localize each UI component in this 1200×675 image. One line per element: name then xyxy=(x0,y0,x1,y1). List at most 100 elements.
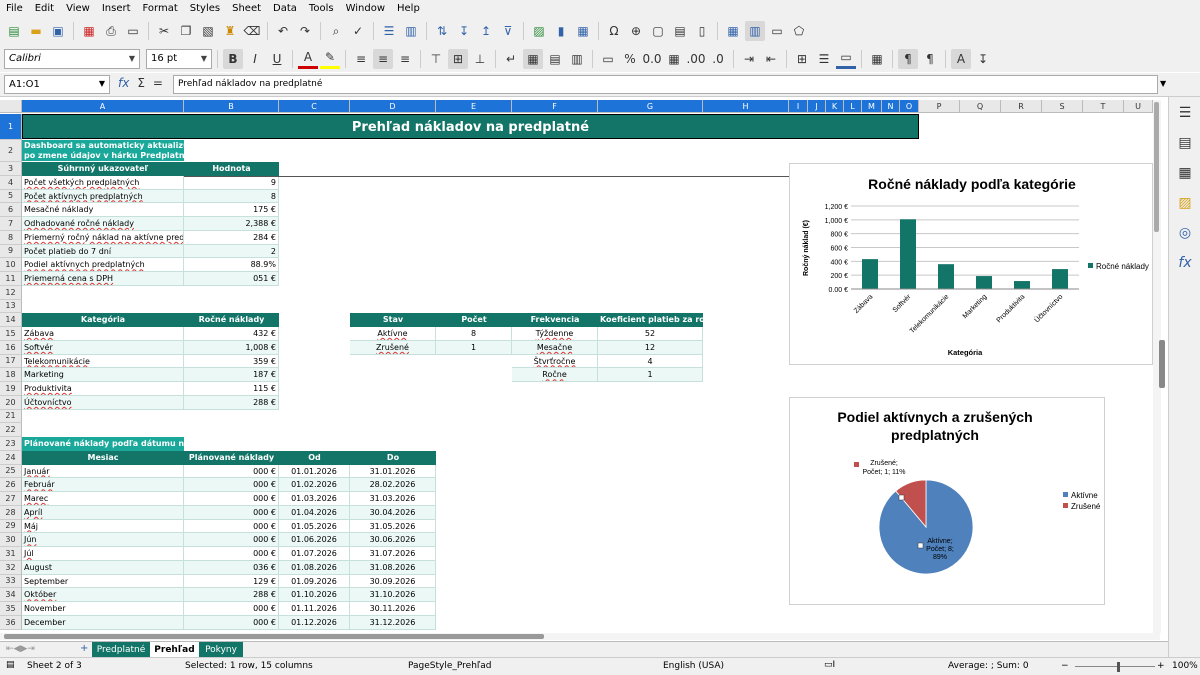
category-name[interactable]: Zábava xyxy=(22,327,184,341)
number-format-icon[interactable]: 0.0 xyxy=(642,49,662,69)
increase-indent-icon[interactable]: ⇥ xyxy=(739,49,759,69)
category-value[interactable]: 288 € xyxy=(184,395,279,410)
menu-window[interactable]: Window xyxy=(340,0,391,17)
planned-month[interactable]: November xyxy=(22,602,184,616)
selection-mode-icon[interactable]: ▭I xyxy=(824,660,835,670)
row-header-11[interactable]: 11 xyxy=(0,272,22,286)
zoom-out-icon[interactable]: − xyxy=(1061,661,1069,671)
planned-from[interactable]: 01.03.2026 xyxy=(279,492,350,506)
formula-input[interactable]: Prehľad nákladov na predplatné xyxy=(173,75,1158,94)
horizontal-scrollbar[interactable] xyxy=(0,633,1160,640)
add-sheet-icon[interactable]: + xyxy=(80,643,88,654)
tab-prehlad[interactable]: Prehľad xyxy=(150,642,199,658)
comment-icon[interactable]: ▢ xyxy=(648,21,668,41)
menu-insert[interactable]: Insert xyxy=(96,0,137,17)
frequency-coef[interactable]: 12 xyxy=(598,340,703,355)
menu-sheet[interactable]: Sheet xyxy=(226,0,267,17)
row-header-28[interactable]: 28 xyxy=(0,505,22,520)
menu-data[interactable]: Data xyxy=(267,0,303,17)
planned-month[interactable]: Jún xyxy=(22,533,184,547)
planned-header-to[interactable]: Do xyxy=(350,450,436,465)
category-value[interactable]: 432 € xyxy=(184,327,279,341)
category-header-value[interactable]: Ročné náklady xyxy=(184,313,279,327)
zoom-slider[interactable] xyxy=(1075,666,1155,667)
column-header-D[interactable]: D xyxy=(350,100,436,113)
column-header-R[interactable]: R xyxy=(1001,100,1042,113)
row-header-6[interactable]: 6 xyxy=(0,203,22,217)
row-header-32[interactable]: 32 xyxy=(0,560,22,575)
planned-to[interactable]: 30.04.2026 xyxy=(350,505,436,520)
row-header-25[interactable]: 25 xyxy=(0,464,22,479)
redo-icon[interactable]: ↷ xyxy=(295,21,315,41)
frequency-header-coef[interactable]: Koeficient platieb za rok xyxy=(598,313,703,327)
row-header-33[interactable]: 33 xyxy=(0,574,22,589)
copy-icon[interactable]: ❐ xyxy=(176,21,196,41)
styles-icon[interactable]: ▦ xyxy=(1175,163,1195,183)
column-header-S[interactable]: S xyxy=(1042,100,1083,113)
align-top-icon[interactable]: ⊤ xyxy=(426,49,446,69)
sidebar-collapse-handle[interactable] xyxy=(1159,340,1165,388)
summary-label[interactable]: Podiel aktívnych predplatných xyxy=(22,258,184,272)
column-header-L[interactable]: L xyxy=(844,100,862,113)
planned-to[interactable]: 31.05.2026 xyxy=(350,519,436,534)
planned-to[interactable]: 30.11.2026 xyxy=(350,602,436,616)
row-header-35[interactable]: 35 xyxy=(0,602,22,616)
planned-cost[interactable]: 000 € xyxy=(184,615,279,630)
planned-title[interactable]: Plánované náklady podľa dátumu na xyxy=(22,437,190,451)
row-header-31[interactable]: 31 xyxy=(0,547,22,561)
category-value[interactable]: 1,008 € xyxy=(184,340,279,355)
summary-value[interactable]: 2,388 € xyxy=(184,217,279,231)
category-name[interactable]: Produktivita xyxy=(22,382,184,396)
status-header-count[interactable]: Počet xyxy=(436,313,512,327)
planned-month[interactable]: September xyxy=(22,574,184,589)
summary-label[interactable]: Mesačné náklady xyxy=(22,203,184,217)
row-header-19[interactable]: 19 xyxy=(0,382,22,396)
status-count[interactable]: 1 xyxy=(436,340,512,355)
planned-cost[interactable]: 036 € xyxy=(184,560,279,575)
column-header-A[interactable]: A xyxy=(22,100,184,113)
planned-to[interactable]: 31.03.2026 xyxy=(350,492,436,506)
summary-value[interactable]: 175 € xyxy=(184,203,279,217)
row-header-2[interactable]: 2 xyxy=(0,140,22,162)
frequency-coef[interactable]: 4 xyxy=(598,354,703,369)
align-left-icon[interactable]: ≡ xyxy=(351,49,371,69)
summary-label[interactable]: Priemerný ročný náklad na aktívne predpl… xyxy=(22,230,184,245)
category-name[interactable]: Softvér xyxy=(22,340,184,355)
add-decimal-icon[interactable]: .00 xyxy=(686,49,706,69)
summary-label[interactable]: Počet platieb do 7 dní xyxy=(22,244,184,259)
planned-cost[interactable]: 000 € xyxy=(184,464,279,479)
gallery-icon[interactable]: ▨ xyxy=(1175,193,1195,213)
column-header-N[interactable]: N xyxy=(882,100,900,113)
font-size-box[interactable]: 16 pt ▼ xyxy=(146,48,212,69)
status-name[interactable]: Aktívne xyxy=(350,327,436,341)
planned-to[interactable]: 31.07.2026 xyxy=(350,547,436,561)
column-header-E[interactable]: E xyxy=(436,100,512,113)
row-header-26[interactable]: 26 xyxy=(0,478,22,492)
row-header-34[interactable]: 34 xyxy=(0,588,22,602)
sort-ascending-icon[interactable]: ↧ xyxy=(454,21,474,41)
row-header-5[interactable]: 5 xyxy=(0,189,22,204)
planned-to[interactable]: 31.12.2026 xyxy=(350,615,436,630)
expand-formula-icon[interactable]: ▼ xyxy=(1160,79,1166,88)
print-preview-icon[interactable]: ▭ xyxy=(123,21,143,41)
row-icon[interactable]: ☰ xyxy=(379,21,399,41)
row-header-22[interactable]: 22 xyxy=(0,423,22,437)
currency-format-icon[interactable]: ▭ xyxy=(598,49,618,69)
percent-format-icon[interactable]: % xyxy=(620,49,640,69)
conditional-format-icon[interactable]: ▦ xyxy=(867,49,887,69)
planned-cost[interactable]: 000 € xyxy=(184,547,279,561)
category-name[interactable]: Marketing xyxy=(22,368,184,382)
planned-to[interactable]: 31.10.2026 xyxy=(350,588,436,602)
headers-footers-icon[interactable]: ▤ xyxy=(670,21,690,41)
tab-navigation-icon[interactable]: ⇤◀▶⇥ xyxy=(6,644,35,654)
frequency-name[interactable]: Ročne xyxy=(512,368,598,382)
column-header-H[interactable]: H xyxy=(703,100,789,113)
planned-from[interactable]: 01.05.2026 xyxy=(279,519,350,534)
select-all-corner[interactable] xyxy=(0,100,22,113)
row-header-29[interactable]: 29 xyxy=(0,519,22,534)
planned-month[interactable]: Február xyxy=(22,478,184,492)
row-header-30[interactable]: 30 xyxy=(0,533,22,547)
planned-cost[interactable]: 129 € xyxy=(184,574,279,589)
column-header-G[interactable]: G xyxy=(598,100,703,113)
column-header-J[interactable]: J xyxy=(808,100,826,113)
